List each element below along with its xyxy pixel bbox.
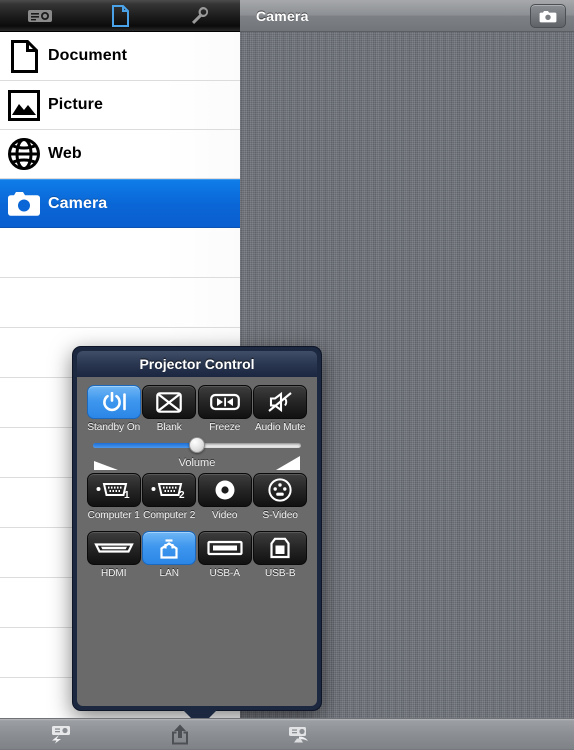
volume-low-icon <box>94 461 118 470</box>
usb-a-button[interactable] <box>197 531 252 565</box>
composite-video-icon <box>215 480 235 500</box>
camera-icon <box>539 10 557 22</box>
control-label: Standby On <box>87 422 141 433</box>
settings-tab[interactable] <box>180 3 220 29</box>
sidebar-item-label: Web <box>48 145 82 162</box>
list-item[interactable] <box>0 228 240 278</box>
blank-control[interactable]: Blank <box>142 385 198 433</box>
video-control[interactable]: Video <box>197 473 253 521</box>
project-icon <box>52 726 70 744</box>
control-label: Blank <box>156 422 182 433</box>
computer-1-control[interactable]: 1 Computer 1 <box>86 473 142 521</box>
usb-b-button[interactable] <box>253 531 308 565</box>
volume-control: Volume <box>83 433 311 473</box>
svg-text:2: 2 <box>179 490 185 500</box>
document-icon <box>111 4 129 27</box>
vga-1-icon: 1 <box>96 483 130 500</box>
blank-screen-icon <box>156 391 183 413</box>
picture-icon <box>0 89 48 121</box>
projector-tab[interactable] <box>20 3 60 29</box>
top-tab-bar <box>0 0 240 32</box>
share-button[interactable] <box>120 724 240 745</box>
share-icon <box>172 724 188 745</box>
hdmi-button[interactable] <box>86 531 141 565</box>
sidebar-item-camera[interactable]: Camera <box>0 179 240 228</box>
usb-a-control[interactable]: USB-A <box>197 531 253 579</box>
volume-high-icon <box>275 456 300 470</box>
projector-control-popover: Projector Control Standby On Blank Freez… <box>72 346 322 727</box>
sidebar-item-picture[interactable]: Picture <box>0 81 240 130</box>
svg-text:1: 1 <box>124 490 130 500</box>
sidebar-item-web[interactable]: Web <box>0 130 240 179</box>
wrench-icon <box>192 6 209 24</box>
s-video-icon <box>268 478 292 502</box>
slider-thumb[interactable] <box>189 437 205 453</box>
control-row-functions: Standby On Blank Freeze Audio Mute <box>83 385 311 433</box>
usb-b-icon <box>270 537 290 559</box>
power-icon <box>102 392 126 412</box>
blank-button[interactable] <box>142 385 197 419</box>
lan-control[interactable]: LAN <box>142 531 198 579</box>
sidebar-item-label: Picture <box>48 96 103 113</box>
camera-icon <box>0 191 48 217</box>
projector-control-button[interactable] <box>240 725 360 744</box>
bottom-toolbar <box>0 718 574 750</box>
control-label: Freeze <box>209 422 241 433</box>
slider-fill <box>93 443 197 448</box>
page-title: Camera <box>256 7 309 24</box>
popover-body: Standby On Blank Freeze Audio Mute Volum… <box>77 377 317 706</box>
list-item[interactable] <box>0 278 240 328</box>
control-label: S-Video <box>262 510 298 521</box>
lan-icon <box>160 539 178 559</box>
control-row-sources-2: HDMI LAN USB-A USB-B <box>83 531 311 579</box>
control-label: USB-B <box>264 568 296 579</box>
control-label: LAN <box>159 568 179 579</box>
volume-slider[interactable] <box>93 437 301 453</box>
vga-2-icon: 2 <box>151 483 185 500</box>
control-row-sources-1: 1 Computer 1 2 Computer 2 Video S-Video <box>83 473 311 521</box>
lan-button[interactable] <box>142 531 197 565</box>
sidebar-item-label: Document <box>48 47 128 64</box>
control-label: Video <box>212 510 238 521</box>
hdmi-icon <box>93 543 134 553</box>
camera-capture-button[interactable] <box>530 4 566 28</box>
document-tab[interactable] <box>100 3 140 29</box>
document-icon <box>0 39 48 73</box>
audio-mute-icon <box>268 391 292 413</box>
control-label: USB-A <box>209 568 241 579</box>
freeze-control[interactable]: Freeze <box>197 385 253 433</box>
projector-icon <box>28 9 52 22</box>
control-label: Computer 2 <box>143 510 196 521</box>
standby-on-control[interactable]: Standby On <box>86 385 142 433</box>
usb-a-icon <box>207 540 243 556</box>
freeze-button[interactable] <box>197 385 252 419</box>
volume-label: Volume <box>178 457 216 469</box>
project-button[interactable] <box>0 725 120 744</box>
sidebar-item-document[interactable]: Document <box>0 32 240 81</box>
video-button[interactable] <box>197 473 252 507</box>
usb-b-control[interactable]: USB-B <box>253 531 309 579</box>
app-window: Camera Document Picture Web Camera Proje… <box>0 0 574 750</box>
freeze-icon <box>209 393 240 411</box>
s-video-button[interactable] <box>253 473 308 507</box>
globe-icon <box>0 138 48 170</box>
audio-mute-control[interactable]: Audio Mute <box>253 385 309 433</box>
audio-mute-button[interactable] <box>253 385 308 419</box>
computer-1-button[interactable]: 1 <box>86 473 141 507</box>
control-label: HDMI <box>100 568 127 579</box>
popover-title: Projector Control <box>77 351 317 377</box>
computer-2-control[interactable]: 2 Computer 2 <box>142 473 198 521</box>
control-label: Audio Mute <box>254 422 306 433</box>
control-label: Computer 1 <box>87 510 140 521</box>
standby-on-button[interactable] <box>86 385 141 419</box>
s-video-control[interactable]: S-Video <box>253 473 309 521</box>
content-title-bar: Camera <box>240 0 574 32</box>
projector-control-icon <box>289 727 308 743</box>
hdmi-control[interactable]: HDMI <box>86 531 142 579</box>
computer-2-button[interactable]: 2 <box>142 473 197 507</box>
sidebar-item-label: Camera <box>48 194 108 212</box>
